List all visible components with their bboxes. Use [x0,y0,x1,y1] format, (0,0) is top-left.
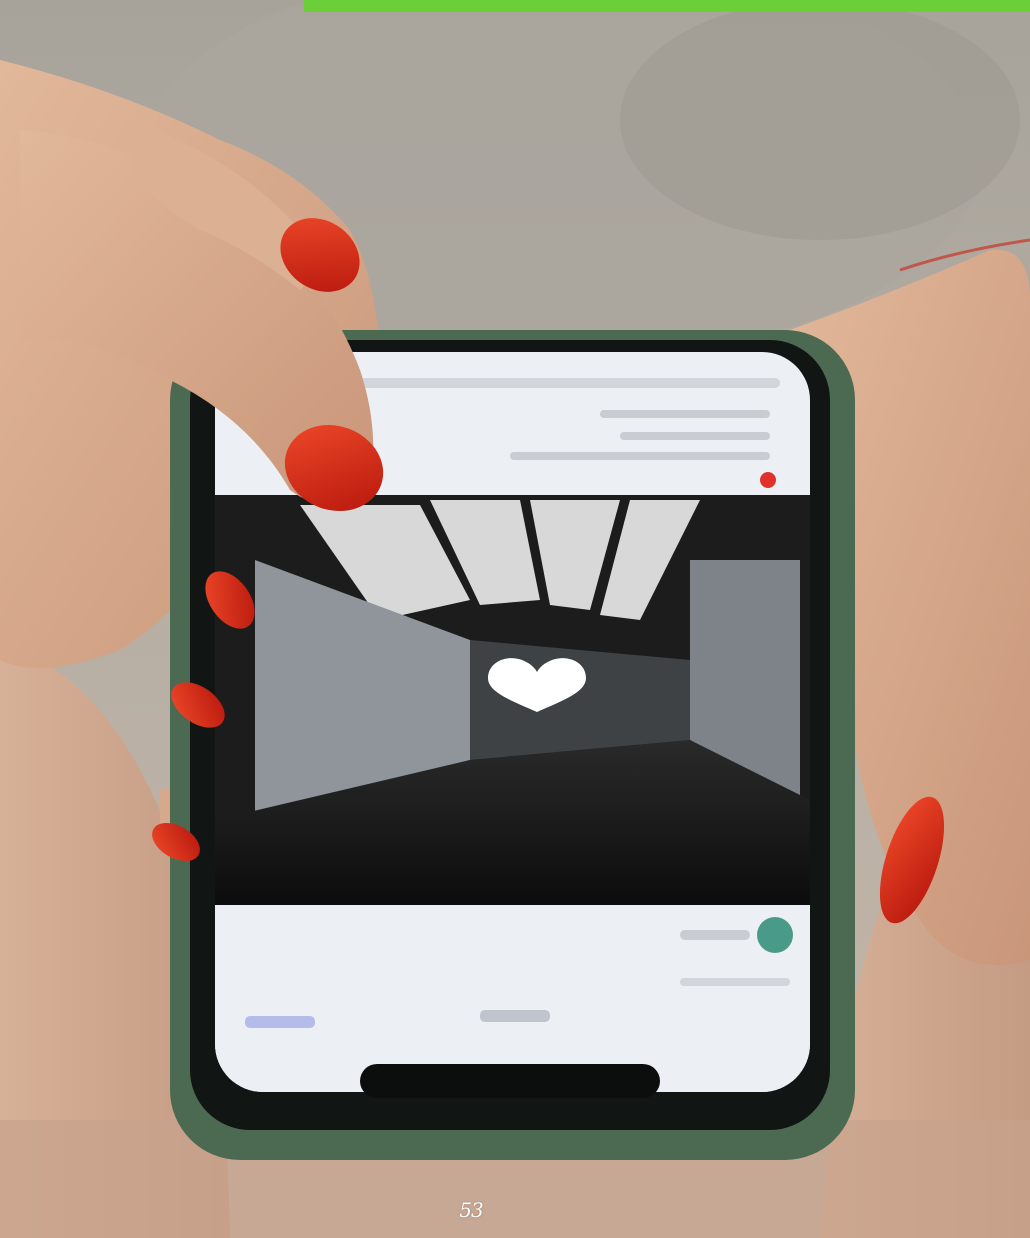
photo-hand-holding-phone [0,0,1030,1238]
page: 53 [0,0,1030,1238]
accent-bar [304,0,1030,12]
page-number: 53 [459,1198,483,1222]
